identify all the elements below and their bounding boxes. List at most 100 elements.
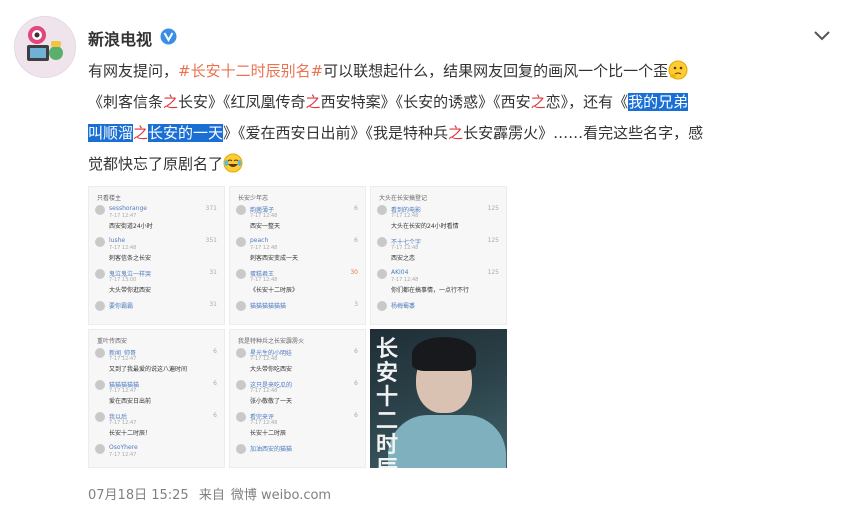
comment-meta: 7-17 12:48	[391, 245, 419, 251]
text-seg: 之	[163, 93, 179, 111]
comment-likes: 125	[487, 269, 499, 276]
comment-avatar	[95, 237, 105, 247]
comment-meta: 7-17 12:47	[109, 388, 137, 394]
comment-name: 猫猫猫猫猫猫	[250, 303, 287, 310]
comment-avatar	[377, 205, 387, 215]
comment-body: 长安十二时辰！	[109, 430, 152, 437]
comment-avatar	[95, 269, 105, 279]
comment-likes: 30	[350, 269, 358, 276]
selected-text: 叫顺溜	[88, 124, 134, 142]
comment: peach 7-17 12:48 刺客西安变成一天 6	[236, 235, 360, 265]
comment-meta: 7-17 12:48	[250, 420, 278, 426]
image-thumb[interactable]: 我是特种兵之长安霹雳火 星光生的小明娃 7-17 12:48 大头带你吃西安 6 这只…	[229, 329, 366, 468]
comment-likes: 351	[205, 237, 217, 244]
comment-body: 大头带你逛西安	[109, 287, 152, 294]
text-seg: 之	[530, 93, 546, 111]
comment-name: OsoYhere	[109, 444, 138, 451]
photo-calligraphy: 长安十二时辰	[376, 336, 400, 468]
comment: 要你霸霸 31	[95, 299, 219, 324]
comment-likes: 6	[354, 348, 358, 355]
comment: 星光生的小明娃 7-17 12:48 大头带你吃西安 6	[236, 346, 360, 376]
comment-likes: 31	[209, 301, 217, 308]
comment-avatar	[95, 205, 105, 215]
text-seg: 之	[305, 93, 321, 111]
comment-body: 大头带你吃西安	[250, 366, 293, 373]
image-thumb[interactable]: 重叶传西安 新闻_帅哥 7-17 12:47 又到了我最爱的说这八遍时间 6 猫猫猫猫…	[88, 329, 225, 468]
comment-body: 又到了我最爱的说这八遍时间	[109, 366, 188, 373]
text-seg: 可以联想起什么，结果网友回复的画风一个比一个歪	[323, 62, 669, 80]
post-source[interactable]: 微博 weibo.com	[231, 488, 331, 503]
comment-name: 杨梅蜀黍	[391, 303, 416, 310]
laugh-cry-emoji-icon	[223, 153, 243, 173]
comment-name: lushe	[109, 237, 126, 244]
post-date[interactable]: 07月18日 15:25	[88, 488, 189, 503]
comment-meta: 7-17 12:48	[250, 245, 278, 251]
comment: 杨梅蜀黍	[377, 299, 501, 324]
comment-name: 要你霸霸	[109, 303, 134, 310]
image-thumb[interactable]: 大头在长安搞登记 看到的电影 7-17 12:48 大头在长安的24小时看情 125 …	[370, 186, 507, 325]
image-grid: 只看楼主 sesshorange 7-17 12:47 西安街道24小时 371 lu…	[88, 186, 507, 468]
comment: 加油西安的猫猫	[236, 442, 360, 467]
comment-avatar	[236, 269, 246, 279]
image-thumb-photo[interactable]: 长安十二时辰	[370, 329, 507, 468]
comment-body: 刺客西安变成一天	[250, 255, 299, 262]
hashtag-link[interactable]: #长安十二时辰别名#	[178, 62, 323, 80]
comment-avatar	[95, 412, 105, 422]
image-thumb[interactable]: 长安少年志 韵菌薄子 7-17 12:48 西安一整天 6 peach 7-17 12:…	[229, 186, 366, 325]
post-text: 有网友提问，#长安十二时辰别名#可以联想起什么，结果网友回复的画风一个比一个歪 …	[88, 56, 833, 180]
comment: 韵菌薄子 7-17 12:48 西安一整天 6	[236, 203, 360, 233]
thumb-header: 只看楼主	[97, 195, 122, 202]
comment: 不十七个字 7-17 12:48 西安之恋 125	[377, 235, 501, 265]
comment: 这只是来吃瓜的 7-17 12:48 张小敬敬了一天 6	[236, 378, 360, 408]
avatar[interactable]	[14, 16, 76, 78]
comment-meta: 7-17 12:48	[250, 213, 278, 219]
image-thumb[interactable]: 只看楼主 sesshorange 7-17 12:47 西安街道24小时 371 lu…	[88, 186, 225, 325]
comment: 新闻_帅哥 7-17 12:47 又到了我最爱的说这八遍时间 6	[95, 346, 219, 376]
comment-avatar	[236, 380, 246, 390]
thumb-header: 大头在长安搞登记	[379, 195, 428, 202]
comment-meta: 7-17 12:47	[109, 213, 137, 219]
text-seg: 长安》《红凤凰传奇	[178, 93, 306, 111]
comment: 猫猫猫猫猫 7-17 12:47 爱在西安日出前 6	[95, 378, 219, 408]
comment: OsoYhere 7-17 12:47	[95, 442, 219, 467]
comment-likes: 6	[213, 380, 217, 387]
comment-body: 你们都在搞事情，一点行不行	[391, 287, 470, 294]
selected-text: 长安的一天	[148, 124, 224, 142]
comment-meta: 7-17 12:47	[109, 452, 137, 458]
username[interactable]: 新浪电视	[88, 26, 152, 50]
text-seg: 之	[133, 124, 149, 142]
comment: sesshorange 7-17 12:47 西安街道24小时 371	[95, 203, 219, 233]
comment-avatar	[377, 269, 387, 279]
comment-meta: 7-17 12:48	[250, 388, 278, 394]
selected-text: 我的兄弟	[628, 93, 689, 111]
comment: 鬼泣鬼泣一样哭 7-17 13:00 大头带你逛西安 31	[95, 267, 219, 297]
comment-likes: 125	[487, 205, 499, 212]
comment-likes: 6	[213, 348, 217, 355]
text-seg: 《刺客信条	[88, 93, 164, 111]
thumb-header: 我是特种兵之长安霹雳火	[238, 338, 305, 345]
comment-body: 大头在长安的24小时看情	[391, 223, 459, 230]
comment-likes: 6	[354, 205, 358, 212]
comment: 看完来评 7-17 12:48 长安十二时辰 6	[236, 410, 360, 440]
comment-meta: 7-17 12:47	[109, 420, 137, 426]
text-seg: 》《爱在西安日出前》《我是特种兵	[223, 124, 449, 142]
comment-avatar	[95, 444, 105, 454]
text-seg: 恋》，还有《	[545, 93, 629, 111]
comment-avatar	[377, 301, 387, 311]
comment: 我以后 7-17 12:47 长安十二时辰！ 6	[95, 410, 219, 440]
comment-avatar	[236, 237, 246, 247]
comment-avatar	[236, 301, 246, 311]
avatar-logo-icon	[15, 17, 75, 77]
text-seg: 有网友提问，	[88, 62, 179, 80]
post-footer: 07月18日 15:25 来自 微博 weibo.com	[88, 484, 337, 503]
text-seg: 之	[448, 124, 464, 142]
comment-meta: 7-17 12:48	[391, 277, 419, 283]
comment-likes: 31	[209, 269, 217, 276]
chevron-down-icon[interactable]	[813, 30, 831, 42]
comment-avatar	[236, 205, 246, 215]
comment-likes: 6	[354, 237, 358, 244]
comment-avatar	[377, 237, 387, 247]
comment: 猫猫猫猫猫猫 3	[236, 299, 360, 324]
comment-likes: 3	[354, 301, 358, 308]
thumb-header: 重叶传西安	[97, 338, 128, 345]
